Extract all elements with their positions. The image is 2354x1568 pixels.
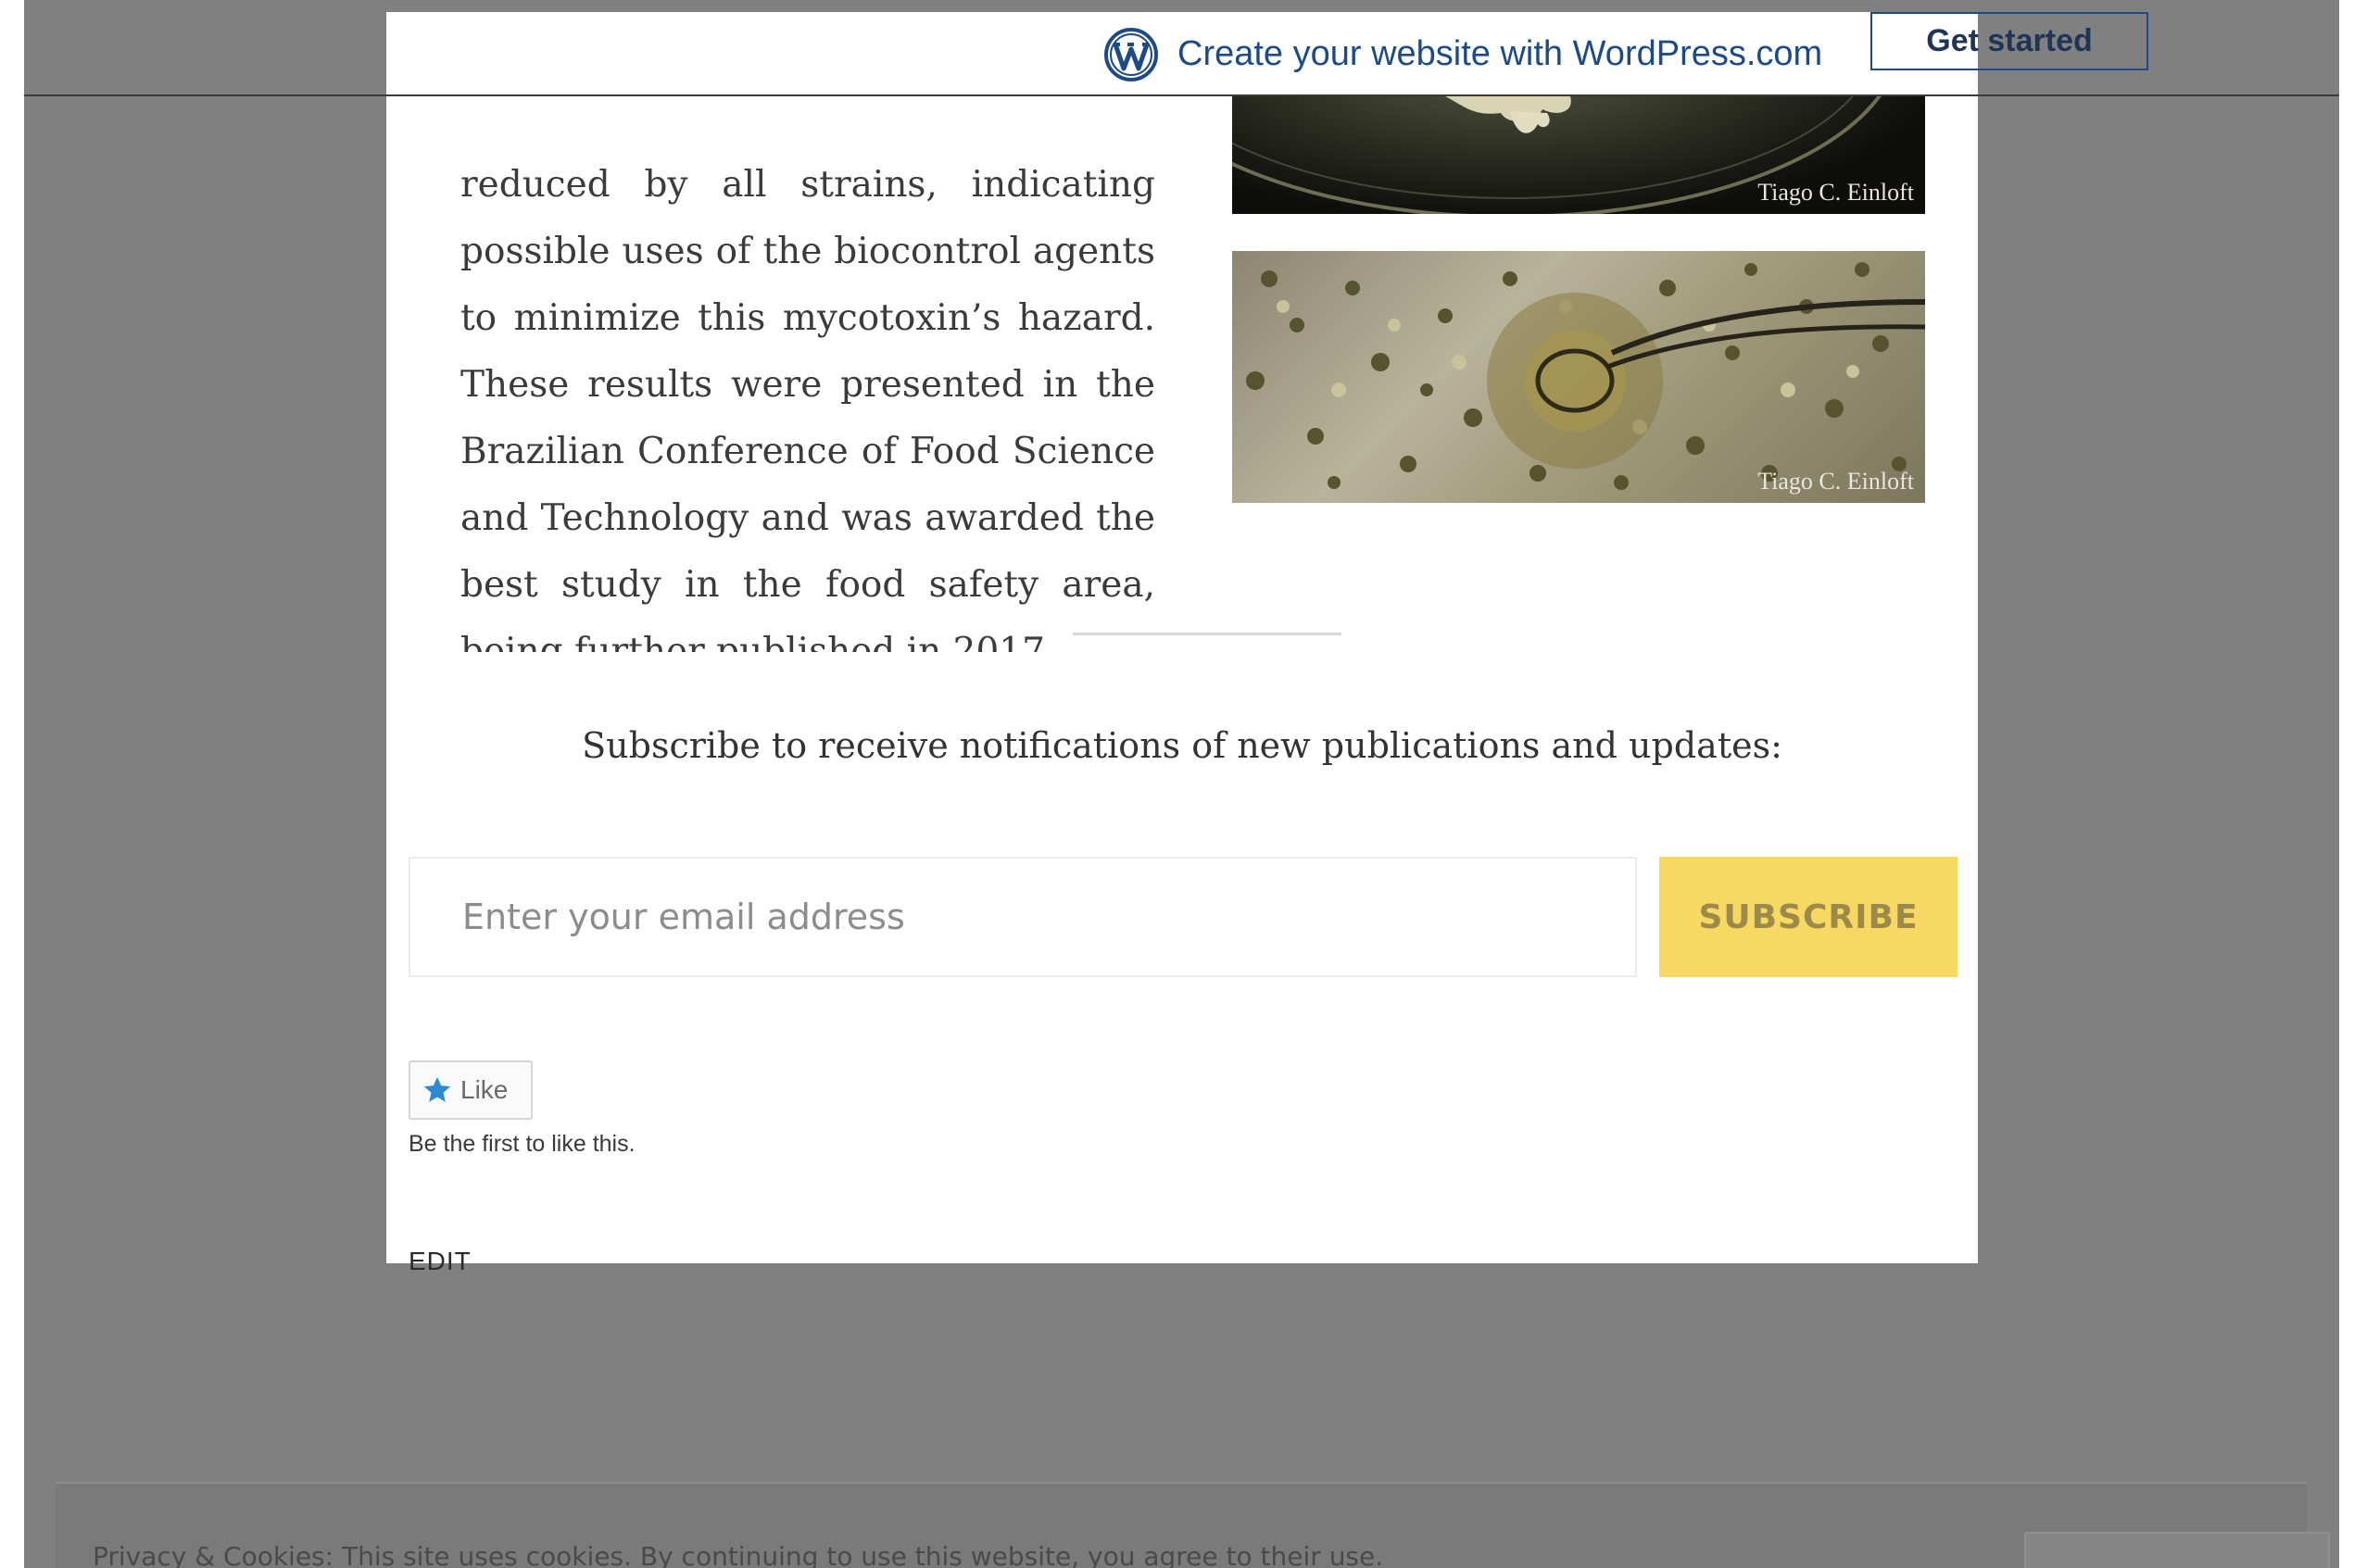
article-paragraph: reduced by all strains, indicating possi… <box>460 152 1155 652</box>
promo-bar-overlay <box>386 12 1978 96</box>
cookie-accept-button[interactable] <box>2024 1532 2330 1568</box>
article-cut-line: reduced by all strains, indicating <box>460 164 1155 206</box>
star-icon <box>423 1076 451 1102</box>
subscribe-heading: Subscribe to receive notifications of ne… <box>582 725 1782 766</box>
year-2017-link[interactable]: 2017 <box>952 631 1045 652</box>
edit-link[interactable]: EDIT <box>409 1247 472 1276</box>
microscope-photo-credit: Tiago C. Einloft <box>1757 468 1914 495</box>
article-text-end: . <box>1044 631 1057 652</box>
petri-dish-photo: Tiago C. Einloft <box>1232 96 1925 214</box>
page-overlay: reduced by all strains, indicating possi… <box>24 0 2339 1568</box>
section-divider <box>1073 633 1341 635</box>
article-body: reduced by all strains, indicating possi… <box>386 96 1220 652</box>
cookie-banner: Privacy & Cookies: This site uses cookie… <box>56 1482 2330 1568</box>
like-label: Like <box>460 1075 509 1104</box>
content-card: reduced by all strains, indicating possi… <box>386 12 1978 1263</box>
petri-photo-credit: Tiago C. Einloft <box>1757 179 1914 206</box>
cookie-notice-text: Privacy & Cookies: This site uses cookie… <box>93 1541 1384 1568</box>
article-text-main: possible uses of the biocontrol agents t… <box>460 231 1155 652</box>
microscope-photo: Tiago C. Einloft <box>1232 251 1925 503</box>
like-button[interactable]: Like <box>409 1060 533 1120</box>
subscribe-button[interactable]: SUBSCRIBE <box>1659 857 1957 977</box>
email-field[interactable] <box>409 857 1637 977</box>
like-note: Be the first to like this. <box>409 1131 636 1157</box>
